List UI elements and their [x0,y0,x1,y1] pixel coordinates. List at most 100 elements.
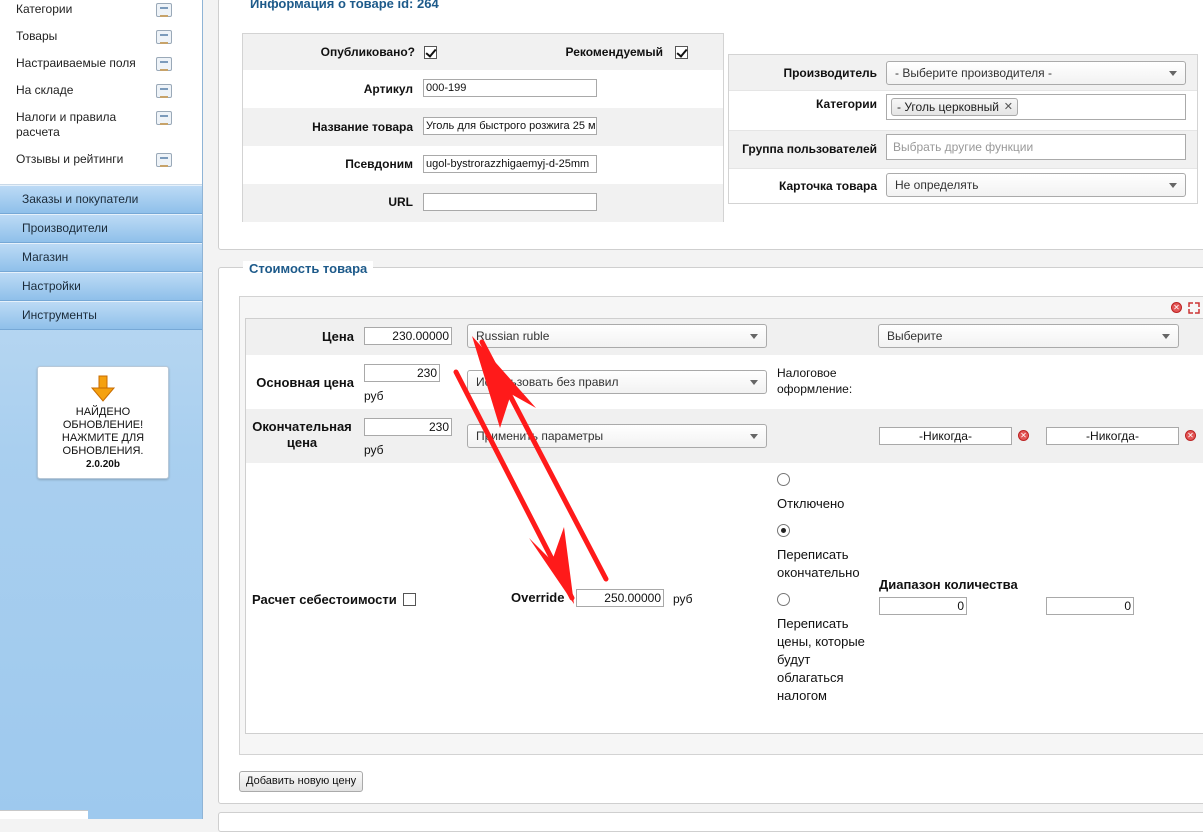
final-price-currency: руб [364,443,384,457]
sidebar-item-label: Налоги и правила расчета [16,110,117,139]
product-info-table: Опубликовано? Рекомендуемый Артикул 000-… [242,33,724,222]
row-user-group: Группа пользователей Выбрать другие функ… [729,131,1197,169]
sidebar-item-label: Товары [16,29,58,43]
base-price-label: Основная цена [256,375,354,390]
price-label: Цена [322,329,354,344]
manufacturer-label: Производитель [783,66,877,80]
radio-override-pretax-label: Переписать цены, которые будут облагатьс… [777,616,865,703]
url-label: URL [388,195,413,209]
final-price-input[interactable]: 230 [364,418,452,436]
remove-tag-icon[interactable]: ✕ [1004,99,1013,115]
chevron-down-icon [1162,334,1170,339]
row-categories: Категории - Уголь церковный ✕ [729,91,1197,131]
nav-manufacturers[interactable]: Производители [0,214,202,243]
base-price-input[interactable]: 230 [364,364,440,382]
nav-settings[interactable]: Настройки [0,272,202,301]
price-legend: Стоимость товара [243,261,374,276]
manufacturer-select-value: - Выберите производителя - [895,66,1052,80]
product-meta-table: Производитель - Выберите производителя -… [728,54,1198,204]
featured-checkbox[interactable] [675,46,688,59]
name-label: Название товара [312,120,413,134]
published-label: Опубликовано? [320,45,415,59]
remove-price-icon[interactable]: ✕ [1171,302,1182,313]
reviews-icon [156,153,172,167]
manufacturer-select[interactable]: - Выберите производителя - [886,61,1186,85]
featured-label: Рекомендуемый [565,45,664,59]
category-tag-label: - Уголь церковный [897,100,999,114]
cost-label: Расчет себестоимости [252,592,397,607]
sidebar-item-stock[interactable]: На складе [16,83,196,98]
product-card-select[interactable]: Не определять [886,173,1186,197]
update-line3: НАЖМИТЕ ДЛЯ [61,432,145,444]
expand-icon[interactable] [1188,302,1200,314]
name-input[interactable]: Уголь для быстрого розжига 25 м [423,117,597,135]
categories-label: Категории [816,97,877,111]
row-published: Опубликовано? Рекомендуемый [243,34,723,70]
published-checkbox[interactable] [424,46,437,59]
sku-input[interactable]: 000-199 [423,79,597,97]
sidebar: Категории Товары Настраиваемые поля На с… [0,0,203,819]
user-group-input[interactable]: Выбрать другие функции [886,134,1186,160]
row-product-card: Карточка товара Не определять [729,169,1197,205]
row-alias: Псевдоним ugol-bystrorazzhigaemyj-d-25mm [243,146,723,184]
radio-override-pretax[interactable] [777,593,790,606]
category-tag: - Уголь церковный ✕ [891,98,1018,116]
user-group-label: Группа пользователей [742,142,877,156]
sidebar-item-label: Категории [16,2,73,16]
nav-shop[interactable]: Магазин [0,243,202,272]
date-to-input[interactable]: -Никогда- [1046,427,1179,445]
sidebar-item-products[interactable]: Товары [16,29,196,44]
taxes-icon [156,111,172,125]
tax-label: Налоговое оформление: [777,366,853,396]
currency-select[interactable]: Russian ruble [467,324,767,348]
cost-checkbox[interactable] [403,593,416,606]
price-input[interactable]: 230.00000 [364,327,452,345]
products-submenu: Категории Товары Настраиваемые поля На с… [0,0,202,185]
row-name: Название товара Уголь для быстрого розжи… [243,108,723,146]
tax-rule-select-value: Использовать без правил [476,375,619,389]
radio-override-final-label: Переписать окончательно [777,547,860,580]
download-arrow-icon [90,375,116,402]
next-fieldset [218,812,1203,832]
override-currency: руб [673,592,693,606]
row-sku: Артикул 000-199 [243,70,723,108]
chevron-down-icon [750,434,758,439]
sidebar-item-reviews[interactable]: Отзывы и рейтинги [16,152,196,167]
categories-multiselect[interactable]: - Уголь церковный ✕ [886,94,1186,120]
chevron-down-icon [750,334,758,339]
sidebar-item-taxes[interactable]: Налоги и правила расчета [16,110,172,140]
update-notice[interactable]: НАЙДЕНО ОБНОВЛЕНИЕ! НАЖМИТЕ ДЛЯ ОБНОВЛЕН… [37,366,169,479]
nav-tools[interactable]: Инструменты [0,301,202,330]
sidebar-item-categories[interactable]: Категории [16,2,196,17]
alias-input[interactable]: ugol-bystrorazzhigaemyj-d-25mm [423,155,597,173]
chevron-down-icon [750,380,758,385]
base-price-currency: руб [364,389,384,403]
stock-icon [156,84,172,98]
update-version: 2.0.20b [86,459,120,470]
clear-date-from-icon[interactable]: ✕ [1018,430,1029,441]
chevron-down-icon [1169,183,1177,188]
radio-disabled[interactable] [777,473,790,486]
add-price-button[interactable]: Добавить новую цену [239,771,364,792]
currency-select-value: Russian ruble [476,329,550,343]
sidebar-item-custom-fields[interactable]: Настраиваемые поля [16,56,196,71]
chevron-down-icon [1169,71,1177,76]
row-manufacturer: Производитель - Выберите производителя - [729,55,1197,91]
shopper-group-select[interactable]: Выберите [878,324,1179,348]
sku-label: Артикул [363,82,413,96]
discount-rule-select[interactable]: Применить параметры [467,424,767,448]
update-line4: ОБНОВЛЕНИЯ. [62,445,144,457]
override-input[interactable]: 250.00000 [576,589,664,607]
categories-icon [156,3,172,17]
nav-orders[interactable]: Заказы и покупатели [0,185,202,214]
date-from-input[interactable]: -Никогда- [879,427,1012,445]
tax-rule-select[interactable]: Использовать без правил [467,370,767,394]
qty-to-input[interactable]: 0 [1046,597,1134,615]
sidebar-item-label: Настраиваемые поля [16,56,136,70]
qty-from-input[interactable]: 0 [879,597,967,615]
url-input[interactable] [423,193,597,211]
sidebar-footer [0,810,88,819]
clear-date-to-icon[interactable]: ✕ [1185,430,1196,441]
sidebar-item-label: Отзывы и рейтинги [16,152,124,166]
radio-override-final[interactable] [777,524,790,537]
